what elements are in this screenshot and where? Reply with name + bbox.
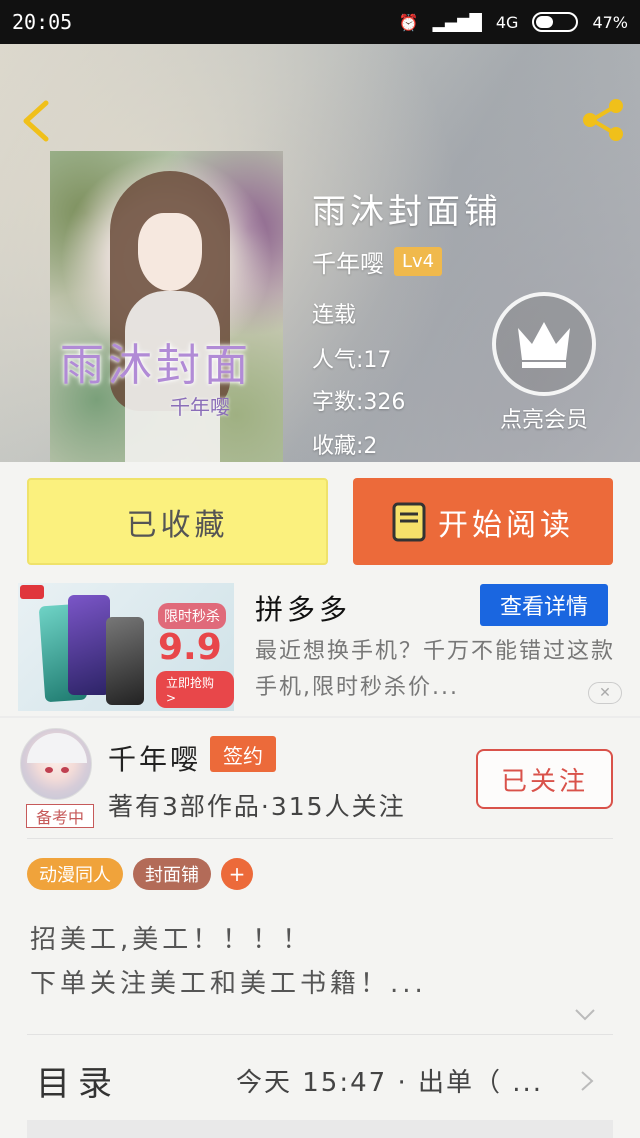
book-icon xyxy=(392,502,426,541)
favorited-label: 已收藏 xyxy=(126,507,229,543)
toc-label[interactable]: 目录 xyxy=(36,1056,120,1105)
book-favorites: 收藏:2 xyxy=(312,434,378,459)
divider xyxy=(27,838,613,839)
follow-label: 已关注 xyxy=(500,766,588,797)
author-avatar[interactable] xyxy=(20,728,92,800)
book-status: 连载 xyxy=(312,303,357,328)
ad-detail-button[interactable]: 查看详情 xyxy=(480,584,608,626)
vip-label: 点亮会员 xyxy=(499,408,588,433)
divider xyxy=(27,1034,613,1035)
book-header: 雨沐封面 千年嘤 雨沐封面铺 千年嘤 Lv4 连载 人气:17 字数:326 收… xyxy=(0,44,640,462)
tag-cover-shop[interactable]: 封面铺 xyxy=(133,858,211,890)
vip-button[interactable] xyxy=(492,292,596,396)
battery-percent: 47% xyxy=(592,12,628,32)
description-line: 招美工,美工！！！！ xyxy=(30,925,313,955)
cover-title: 雨沐封面 xyxy=(60,340,252,391)
ad-description[interactable]: 最近想换手机？千万不能错过这款手机,限时秒杀价... xyxy=(255,634,615,706)
ad-image[interactable]: 限时秒杀 9.9元 立即抢购 > xyxy=(18,583,234,711)
book-popularity: 人气:17 xyxy=(312,348,392,373)
book-word-count: 字数:326 xyxy=(312,390,406,415)
back-arrow-icon[interactable] xyxy=(18,99,54,143)
status-time: 20:05 xyxy=(12,10,73,34)
start-reading-button[interactable]: 开始阅读 xyxy=(353,478,613,565)
crown-icon xyxy=(518,322,570,368)
ad-image-buy: 立即抢购 > xyxy=(156,671,234,708)
alarm-icon: ⏰ xyxy=(398,12,419,32)
start-reading-label: 开始阅读 xyxy=(438,507,574,543)
level-badge: Lv4 xyxy=(394,247,443,276)
book-cover[interactable]: 雨沐封面 千年嘤 xyxy=(50,151,283,462)
ad-close-icon[interactable]: ✕ xyxy=(588,682,622,704)
description-line: 下单关注美工和美工书籍！... xyxy=(30,969,427,999)
signal-icon: ▂▄▆█ xyxy=(432,12,482,32)
tag-list: 动漫同人 封面铺 + xyxy=(27,858,253,890)
book-author[interactable]: 千年嘤 xyxy=(312,244,384,279)
battery-icon xyxy=(532,12,579,32)
ad-title: 拼多多 xyxy=(255,593,352,626)
add-tag-button[interactable]: + xyxy=(221,858,253,890)
author-stats: 著有3部作品·315人关注 xyxy=(108,792,406,821)
ad-detail-label: 查看详情 xyxy=(499,595,588,620)
share-icon[interactable] xyxy=(580,98,626,142)
cover-author: 千年嘤 xyxy=(170,395,230,419)
book-description[interactable]: 招美工,美工！！！！ 下单关注美工和美工书籍！... xyxy=(30,918,610,1006)
favorited-button[interactable]: 已收藏 xyxy=(27,478,328,565)
follow-button[interactable]: 已关注 xyxy=(476,749,613,809)
ad-image-flash: 限时秒杀 xyxy=(158,603,226,629)
network-type: 4G xyxy=(495,12,519,32)
status-bar: 20:05 ⏰ ▂▄▆█ 4G 47% xyxy=(0,0,640,44)
avatar-badge: 备考中 xyxy=(26,804,94,828)
signed-badge: 签约 xyxy=(210,736,276,772)
divider xyxy=(0,716,640,718)
chevron-right-icon[interactable] xyxy=(580,1070,594,1092)
tag-anime[interactable]: 动漫同人 xyxy=(27,858,123,890)
author-name[interactable]: 千年嘤 xyxy=(108,738,201,778)
book-title: 雨沐封面铺 xyxy=(312,192,502,232)
bottom-section xyxy=(27,1120,613,1138)
toc-latest-chapter[interactable]: 今天 15:47 · 出单（ ... xyxy=(236,1062,543,1099)
chevron-down-icon[interactable] xyxy=(574,1008,596,1022)
